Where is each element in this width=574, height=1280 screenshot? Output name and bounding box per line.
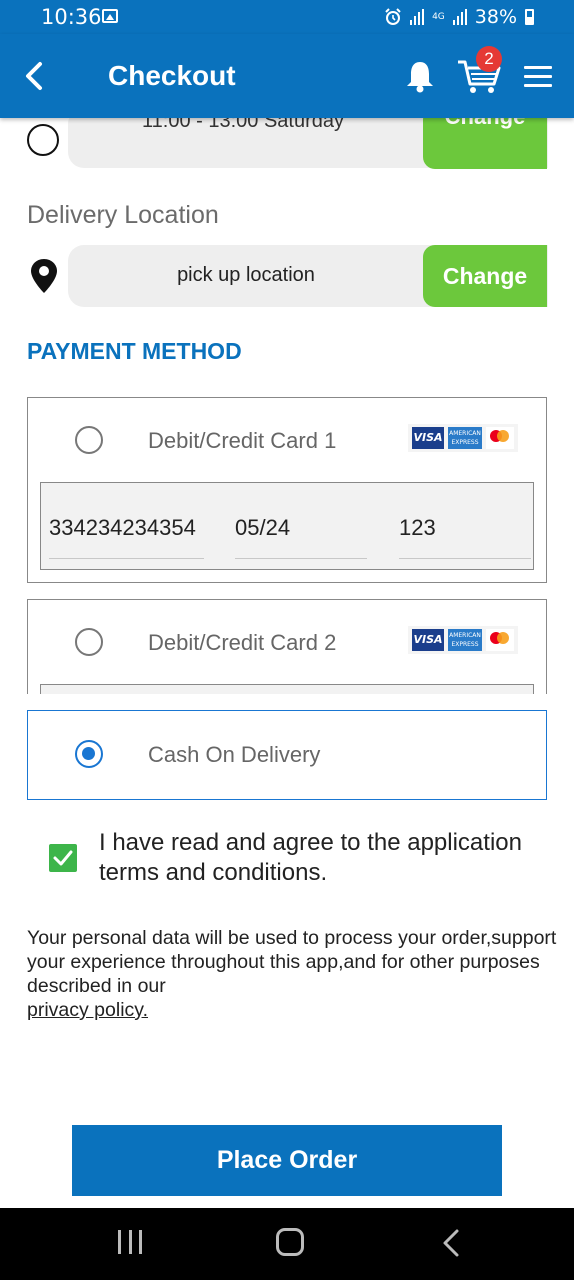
gallery-notification-icon (102, 9, 118, 23)
change-time-label: Change (445, 118, 526, 129)
card-logos: VISA AMERICAN EXPRESS (408, 626, 518, 654)
delivery-location-value: pick up location (177, 264, 315, 286)
check-icon (53, 850, 73, 866)
card-number-input[interactable]: 334234234354 (49, 503, 204, 559)
visa-logo-icon: VISA (412, 629, 444, 651)
delivery-location-label: Delivery Location (27, 201, 219, 229)
radio-card-2[interactable] (75, 628, 103, 656)
recents-icon[interactable] (118, 1230, 142, 1254)
payment-option-label: Debit/Credit Card 2 (148, 630, 337, 655)
cart-badge: 2 (476, 46, 502, 72)
mastercard-logo-icon (486, 629, 514, 651)
payment-option-card-2[interactable]: Debit/Credit Card 2 VISA AMERICAN EXPRESS (27, 599, 547, 694)
cvv-input[interactable]: 123 (399, 503, 531, 559)
status-indicators: 4G 38% (384, 6, 534, 28)
privacy-notice: Your personal data will be used to proce… (27, 926, 557, 1022)
expiry-input[interactable]: 05/24 (235, 503, 367, 559)
radio-cash-on-delivery[interactable] (75, 740, 103, 768)
terms-checkbox[interactable] (49, 844, 77, 872)
app-bar: Checkout 2 (0, 34, 574, 118)
delivery-time-row: 11:00 - 13:00 Saturday Change (0, 118, 574, 170)
terms-text: I have read and agree to the application… (99, 829, 522, 886)
payment-option-label: Cash On Delivery (148, 742, 321, 767)
signal-icon (410, 9, 425, 25)
signal-icon-2 (452, 9, 467, 25)
clock-icon (27, 124, 59, 156)
payment-option-card-2-clip: Debit/Credit Card 2 VISA AMERICAN EXPRESS (0, 597, 574, 694)
amex-logo-icon: AMERICAN EXPRESS (448, 427, 482, 449)
system-back-icon[interactable] (441, 1228, 461, 1258)
change-time-button[interactable]: Change (423, 118, 547, 169)
alarm-icon (385, 8, 401, 25)
status-bar: 10:36 4G 38% (0, 0, 574, 34)
payment-option-label: Debit/Credit Card 1 (148, 428, 337, 453)
payment-method-heading: PAYMENT METHOD (27, 338, 242, 364)
location-pin-icon (31, 259, 57, 293)
visa-logo-icon: VISA (412, 427, 444, 449)
battery-percent: 38% (474, 6, 517, 28)
status-time: 10:36 (41, 5, 102, 29)
privacy-policy-link[interactable]: privacy policy. (27, 999, 148, 1021)
home-icon[interactable] (276, 1228, 304, 1256)
hamburger-menu-icon[interactable] (524, 66, 552, 88)
bell-icon[interactable] (404, 58, 436, 94)
delivery-time-text: 11:00 - 13:00 Saturday (142, 118, 344, 132)
battery-icon (525, 9, 534, 25)
radio-card-1[interactable] (75, 426, 103, 454)
privacy-notice-text: Your personal data will be used to proce… (27, 927, 557, 997)
change-location-button[interactable]: Change (423, 245, 547, 307)
page-title: Checkout (108, 60, 236, 91)
card-2-fields (40, 684, 534, 694)
payment-option-card-1[interactable]: Debit/Credit Card 1 VISA AMERICAN EXPRESS… (27, 397, 547, 583)
card-logos: VISA AMERICAN EXPRESS (408, 424, 518, 452)
system-nav-bar (0, 1208, 574, 1280)
network-type: 4G (432, 11, 445, 22)
mastercard-logo-icon (486, 427, 514, 449)
back-arrow-icon[interactable] (18, 56, 54, 96)
payment-option-cash-on-delivery[interactable]: Cash On Delivery (27, 710, 547, 800)
place-order-button[interactable]: Place Order (72, 1125, 502, 1196)
card-1-fields: 334234234354 05/24 123 (40, 482, 534, 570)
amex-logo-icon: AMERICAN EXPRESS (448, 629, 482, 651)
